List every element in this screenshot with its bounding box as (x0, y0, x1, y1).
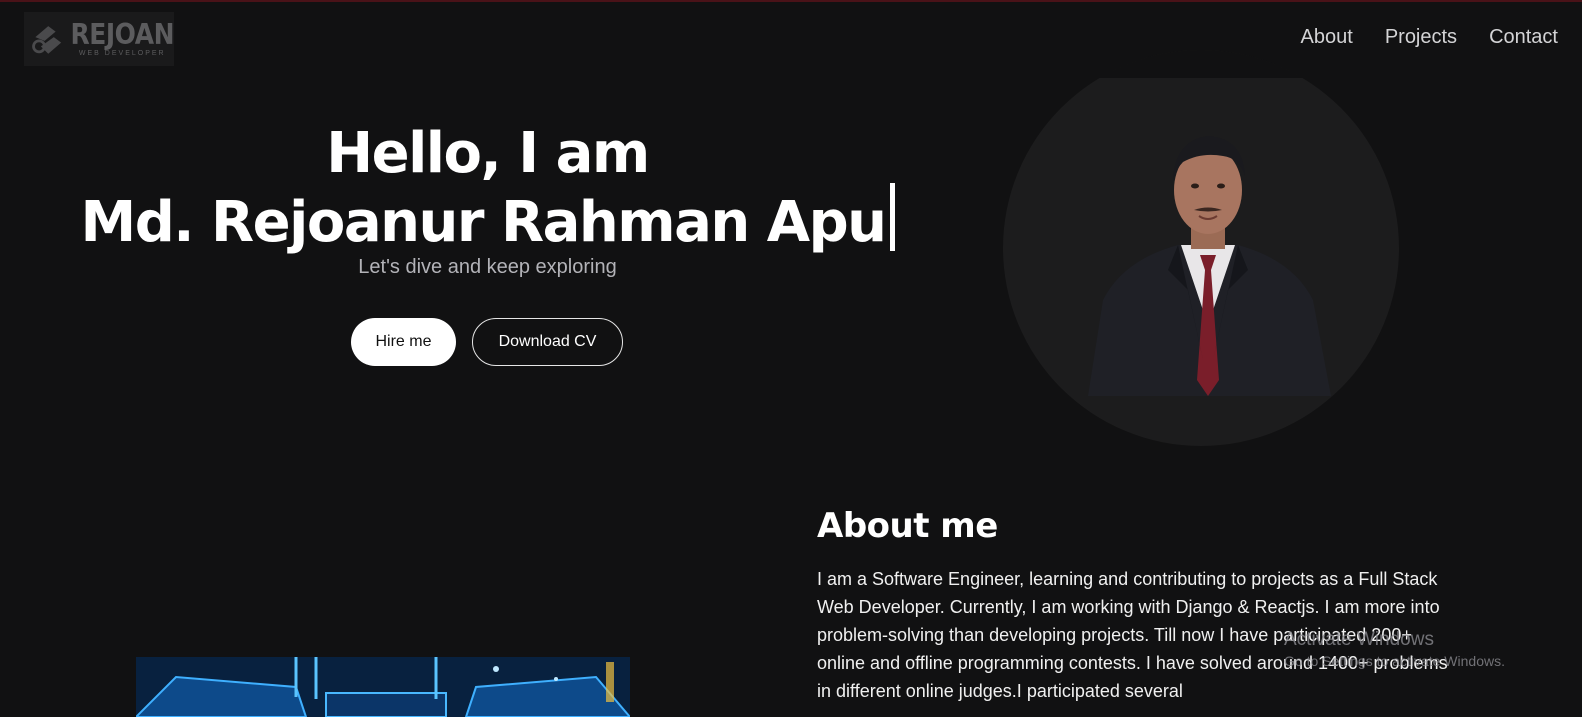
photo-frame-mask (1003, 50, 1399, 78)
nav-about-link[interactable]: About (1301, 26, 1353, 49)
hero-name-line: Md. Rejoanur Rahman Apu (0, 183, 975, 256)
profile-photo-frame (1003, 50, 1399, 446)
windows-watermark-subtitle: Go to Settings to activate Windows. (1284, 653, 1505, 669)
typing-cursor (889, 183, 895, 251)
windows-watermark-title: Activate Windows (1284, 629, 1434, 650)
profile-photo (1088, 136, 1331, 396)
main-nav: About Projects Contact (1301, 26, 1558, 49)
logo-mark-icon (32, 26, 62, 54)
hire-me-button[interactable]: Hire me (351, 318, 456, 366)
logo-text: REJOAN WEB DEVELOPER (70, 17, 175, 57)
about-heading: About me (817, 506, 998, 546)
about-illustration (136, 657, 630, 717)
download-cv-button[interactable]: Download CV (472, 318, 623, 366)
hero-greeting: Hello, I am (326, 121, 650, 186)
hero-name: Md. Rejoanur Rahman Apu (80, 190, 887, 255)
logo-name: REJOAN (70, 17, 175, 51)
hero-tagline: Let's dive and keep exploring (358, 256, 617, 278)
top-accent-line (0, 0, 1582, 2)
tech-scene-image (136, 657, 630, 717)
nav-projects-link[interactable]: Projects (1385, 26, 1457, 49)
nav-contact-link[interactable]: Contact (1489, 26, 1558, 49)
site-logo[interactable]: REJOAN WEB DEVELOPER (24, 12, 175, 66)
